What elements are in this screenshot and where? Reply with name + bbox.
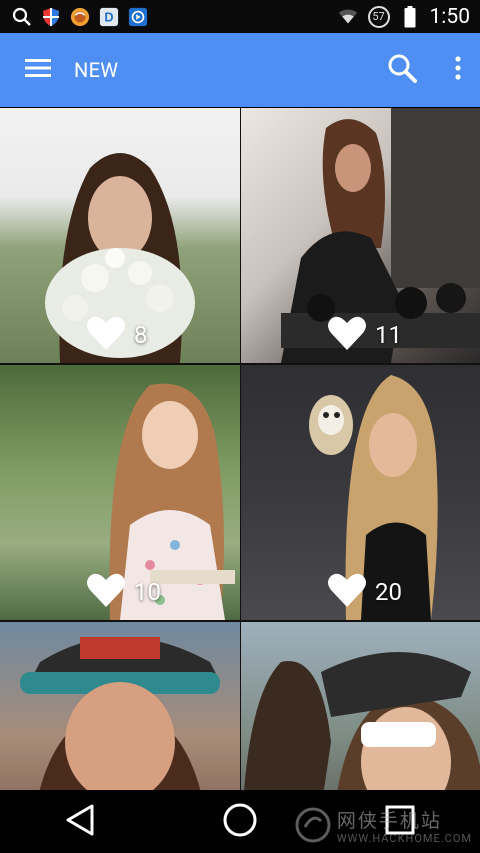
status-bar: D 57 1:50 bbox=[0, 0, 480, 33]
notification-count-badge: 57 bbox=[367, 5, 390, 28]
menu-button[interactable] bbox=[22, 54, 54, 86]
photo-image bbox=[20, 637, 220, 790]
app-bar: NEW bbox=[0, 33, 480, 107]
photo-image bbox=[244, 652, 480, 790]
heart-icon bbox=[327, 315, 367, 355]
search-button[interactable] bbox=[384, 52, 420, 88]
heart-icon bbox=[86, 572, 126, 612]
photo-tile[interactable]: 8 bbox=[0, 108, 240, 363]
d-app-icon: D bbox=[99, 7, 119, 27]
heart-icon bbox=[86, 315, 126, 355]
watermark: 网侠手机站 WWW.HACKHOME.COM bbox=[295, 807, 472, 847]
like-count: 8 bbox=[134, 321, 148, 349]
clock: 1:50 bbox=[429, 4, 471, 29]
home-circle-icon bbox=[222, 802, 258, 842]
more-vert-icon bbox=[455, 56, 461, 84]
photo-tile[interactable]: 20 bbox=[241, 365, 480, 620]
photo-grid: 8 11 10 20 bbox=[0, 108, 480, 790]
like-count: 20 bbox=[375, 578, 402, 606]
wifi-icon bbox=[338, 7, 358, 27]
like-counter[interactable]: 10 bbox=[86, 572, 161, 612]
page-title: NEW bbox=[74, 58, 119, 82]
shield-app-icon bbox=[41, 7, 61, 27]
back-button[interactable] bbox=[50, 797, 110, 847]
like-count: 11 bbox=[375, 321, 402, 349]
photo-tile[interactable] bbox=[241, 622, 480, 790]
watermark-logo-icon bbox=[295, 807, 331, 847]
like-counter[interactable]: 11 bbox=[327, 315, 402, 355]
like-count: 10 bbox=[134, 578, 161, 606]
video-app-icon bbox=[128, 7, 148, 27]
search-icon bbox=[387, 53, 417, 87]
hamburger-icon bbox=[25, 58, 51, 82]
photo-tile[interactable] bbox=[0, 622, 240, 790]
like-counter[interactable]: 8 bbox=[86, 315, 148, 355]
photo-tile[interactable]: 11 bbox=[241, 108, 480, 363]
watermark-cn: 网侠手机站 bbox=[336, 808, 442, 832]
search-notification-icon bbox=[12, 7, 32, 27]
watermark-en: WWW.HACKHOME.COM bbox=[336, 831, 472, 845]
home-button[interactable] bbox=[210, 797, 270, 847]
browser-app-icon bbox=[70, 7, 90, 27]
heart-icon bbox=[327, 572, 367, 612]
like-counter[interactable]: 20 bbox=[327, 572, 402, 612]
photo-tile[interactable]: 10 bbox=[0, 365, 240, 620]
svg-text:D: D bbox=[104, 9, 113, 24]
battery-icon bbox=[400, 5, 420, 27]
overflow-menu-button[interactable] bbox=[446, 52, 470, 88]
navigation-bar: 网侠手机站 WWW.HACKHOME.COM bbox=[0, 790, 480, 853]
back-triangle-icon bbox=[64, 803, 96, 841]
